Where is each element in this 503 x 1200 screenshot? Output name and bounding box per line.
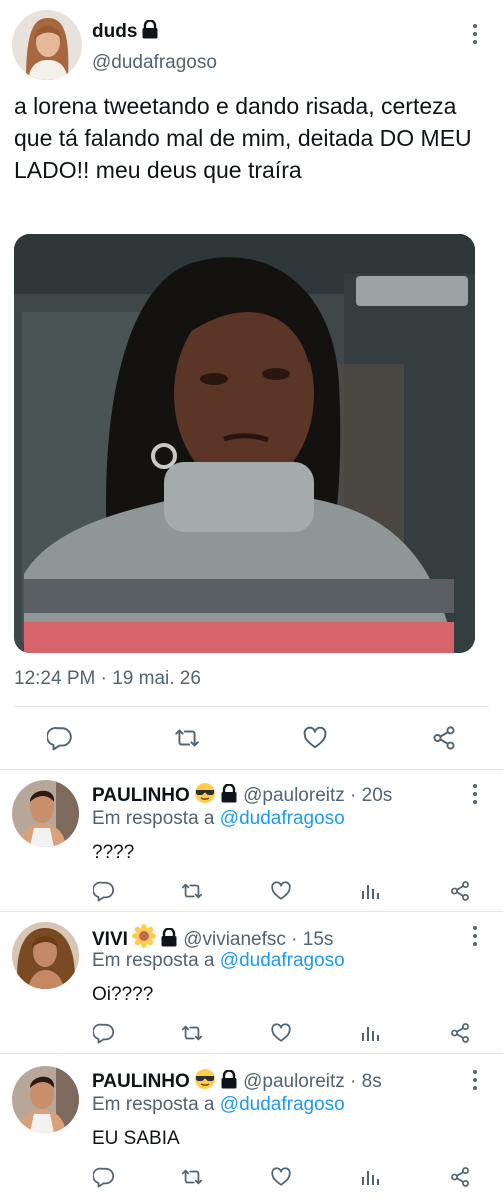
analytics-icon[interactable] [355, 1162, 385, 1192]
share-icon[interactable] [429, 723, 459, 753]
display-name[interactable]: PAULINHO [92, 785, 190, 806]
reply-tweet[interactable]: VIVI @vivianefsc · 15s Em resposta a @du… [0, 912, 503, 1054]
heart-icon[interactable] [266, 876, 296, 906]
reply-header: PAULINHO @pauloreitz · 20s [92, 782, 392, 807]
heart-icon[interactable] [266, 1018, 296, 1048]
share-icon[interactable] [445, 1162, 475, 1192]
tweet-image[interactable] [14, 234, 475, 653]
more-icon[interactable] [469, 24, 481, 44]
reply-to-link[interactable]: @dudafragoso [220, 950, 345, 971]
lock-icon [142, 20, 158, 39]
reply-context-prefix: Em resposta a [92, 1094, 220, 1115]
reply-context: Em resposta a @dudafragoso [92, 808, 345, 830]
tweet-text: a lorena tweetando e dando risada, certe… [14, 93, 472, 183]
reply-header: VIVI @vivianefsc · 15s [92, 924, 333, 951]
avatar[interactable] [12, 780, 79, 847]
reply-context-prefix: Em resposta a [92, 808, 220, 829]
reply-text: Oi???? [92, 984, 154, 1005]
reply-text: EU SABIA [92, 1128, 180, 1149]
main-tweet: duds @dudafragoso a lorena tweetando e d… [0, 0, 503, 770]
retweet-icon[interactable] [177, 876, 207, 906]
share-icon[interactable] [445, 876, 475, 906]
divider [0, 1053, 503, 1054]
reply-header: PAULINHO @pauloreitz · 8s [92, 1068, 382, 1093]
handle[interactable]: @pauloreitz [243, 1071, 345, 1092]
reply-context: Em resposta a @dudafragoso [92, 1094, 345, 1116]
reply-to-link[interactable]: @dudafragoso [220, 1094, 345, 1115]
heart-icon[interactable] [300, 723, 330, 753]
lock-icon [161, 928, 177, 947]
display-name[interactable]: VIVI [92, 929, 128, 950]
more-icon[interactable] [469, 926, 481, 946]
reply-time[interactable]: · 20s [345, 785, 392, 806]
reply-context-prefix: Em resposta a [92, 950, 220, 971]
handle[interactable]: @pauloreitz [243, 785, 345, 806]
sunglasses-emoji [194, 783, 215, 803]
divider [14, 706, 489, 707]
retweet-icon[interactable] [172, 723, 202, 753]
retweet-icon[interactable] [177, 1018, 207, 1048]
sunflower-emoji [131, 924, 156, 948]
reply-tweet[interactable]: PAULINHO @pauloreitz · 20s Em resposta a… [0, 770, 503, 912]
avatar[interactable] [12, 1066, 79, 1133]
reply-icon[interactable] [89, 1162, 119, 1192]
reply-time[interactable]: · 8s [345, 1071, 382, 1092]
display-name-text: duds [92, 21, 138, 42]
reply-text: ???? [92, 842, 135, 863]
reply-icon[interactable] [45, 723, 75, 753]
tweet-timestamp[interactable]: 12:24 PM · 19 mai. 26 [14, 668, 201, 690]
retweet-icon[interactable] [177, 1162, 207, 1192]
reply-icon[interactable] [89, 1018, 119, 1048]
display-name[interactable]: PAULINHO [92, 1071, 190, 1092]
reply-time[interactable]: · 15s [286, 929, 333, 950]
share-icon[interactable] [445, 1018, 475, 1048]
avatar[interactable] [12, 922, 79, 989]
reply-to-link[interactable]: @dudafragoso [220, 808, 345, 829]
reply-icon[interactable] [89, 876, 119, 906]
handle[interactable]: @vivianefsc [183, 929, 286, 950]
reply-tweet[interactable]: PAULINHO @pauloreitz · 8s Em resposta a … [0, 1056, 503, 1198]
avatar[interactable] [12, 10, 82, 80]
more-icon[interactable] [469, 1070, 481, 1090]
more-icon[interactable] [469, 784, 481, 804]
heart-icon[interactable] [266, 1162, 296, 1192]
lock-icon [221, 1070, 237, 1089]
handle[interactable]: @dudafragoso [92, 52, 217, 74]
reply-context: Em resposta a @dudafragoso [92, 950, 345, 972]
sunglasses-emoji [194, 1069, 215, 1089]
lock-icon [221, 784, 237, 803]
analytics-icon[interactable] [355, 1018, 385, 1048]
analytics-icon[interactable] [355, 876, 385, 906]
display-name[interactable]: duds [92, 20, 159, 43]
